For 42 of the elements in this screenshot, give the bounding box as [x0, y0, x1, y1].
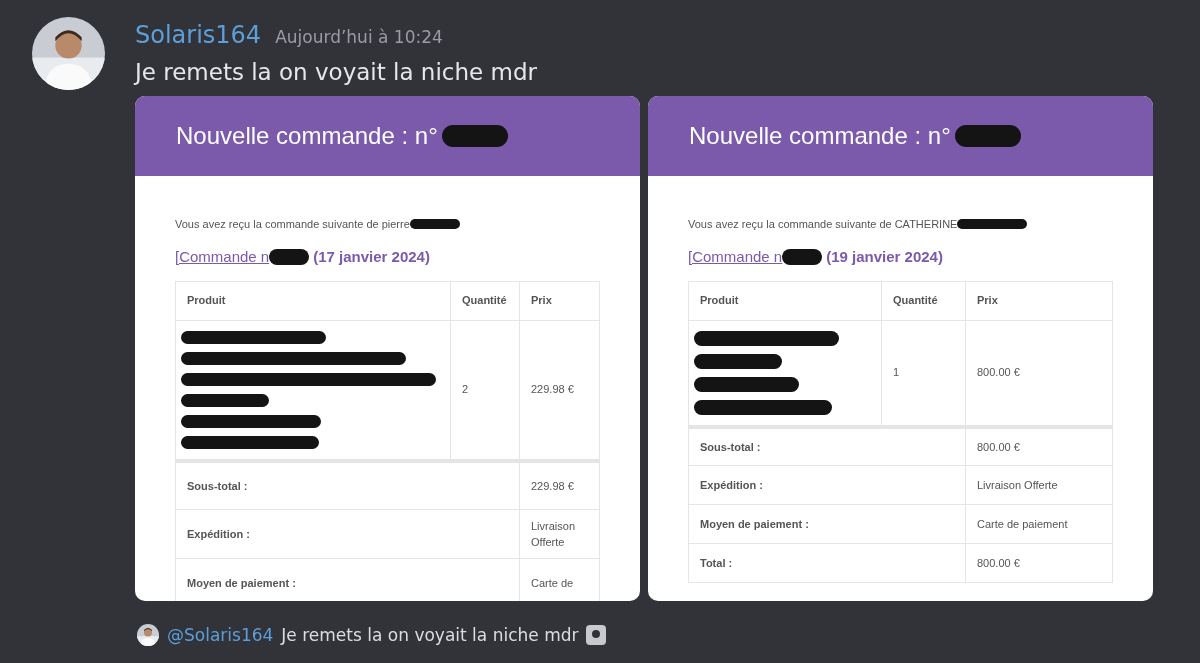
email-title: Nouvelle commande : n° — [176, 120, 438, 151]
total-value: 800.00 € — [965, 543, 1113, 583]
email-screenshot[interactable] — [135, 95, 640, 601]
avatar[interactable] — [137, 624, 159, 647]
message-text: Je remets la on voyait la niche mdr — [135, 58, 538, 87]
column-header: Produit — [175, 281, 451, 320]
column-header: Prix — [519, 281, 600, 320]
timestamp: Aujourd’hui à 10:24 — [275, 26, 443, 49]
total-label: Moyen de paiement : — [175, 558, 520, 601]
redaction-mark — [269, 249, 310, 266]
order-link[interactable]: [Commande n — [688, 246, 783, 269]
total-value: Livraison Offerte — [965, 465, 1113, 505]
username[interactable]: Solaris164 — [135, 17, 262, 53]
redaction-mark — [441, 124, 508, 147]
redaction-mark — [957, 218, 1028, 229]
image-icon — [586, 625, 607, 646]
redaction-mark — [782, 249, 823, 266]
total-label: Total : — [688, 543, 966, 583]
total-value: 800.00 € — [965, 426, 1113, 466]
column-header: Quantité — [881, 281, 966, 320]
reply-mention[interactable]: @Solaris164 — [167, 622, 274, 648]
total-value: Livraison Offerte — [519, 509, 600, 559]
order-intro: Vous avez reçu la commande suivante de pierre — [175, 216, 410, 232]
total-label: Expédition : — [175, 509, 520, 559]
order-date: (19 janvier 2024) — [826, 247, 943, 267]
total-label: Moyen de paiement : — [688, 504, 966, 544]
redaction-mark — [954, 124, 1021, 147]
redaction-mark — [409, 218, 460, 229]
column-header: Prix — [965, 281, 1113, 320]
order-link[interactable]: [Commande n — [175, 246, 270, 269]
total-label: Sous-total : — [175, 460, 520, 510]
total-value: Carte de paiement — [965, 504, 1113, 544]
total-label: Sous-total : — [688, 426, 966, 466]
email-screenshot[interactable] — [648, 95, 1153, 601]
email-title: Nouvelle commande : n° — [689, 120, 951, 151]
column-header: Quantité — [450, 281, 520, 320]
total-label: Expédition : — [688, 465, 966, 505]
reply-text: Je remets la on voyait la niche mdr — [281, 623, 579, 647]
order-intro: Vous avez reçu la commande suivante de CATHERINE — [688, 216, 958, 232]
order-date: (17 janvier 2024) — [313, 247, 430, 267]
total-value: 229.98 € — [519, 460, 600, 510]
column-header: Produit — [688, 281, 882, 320]
